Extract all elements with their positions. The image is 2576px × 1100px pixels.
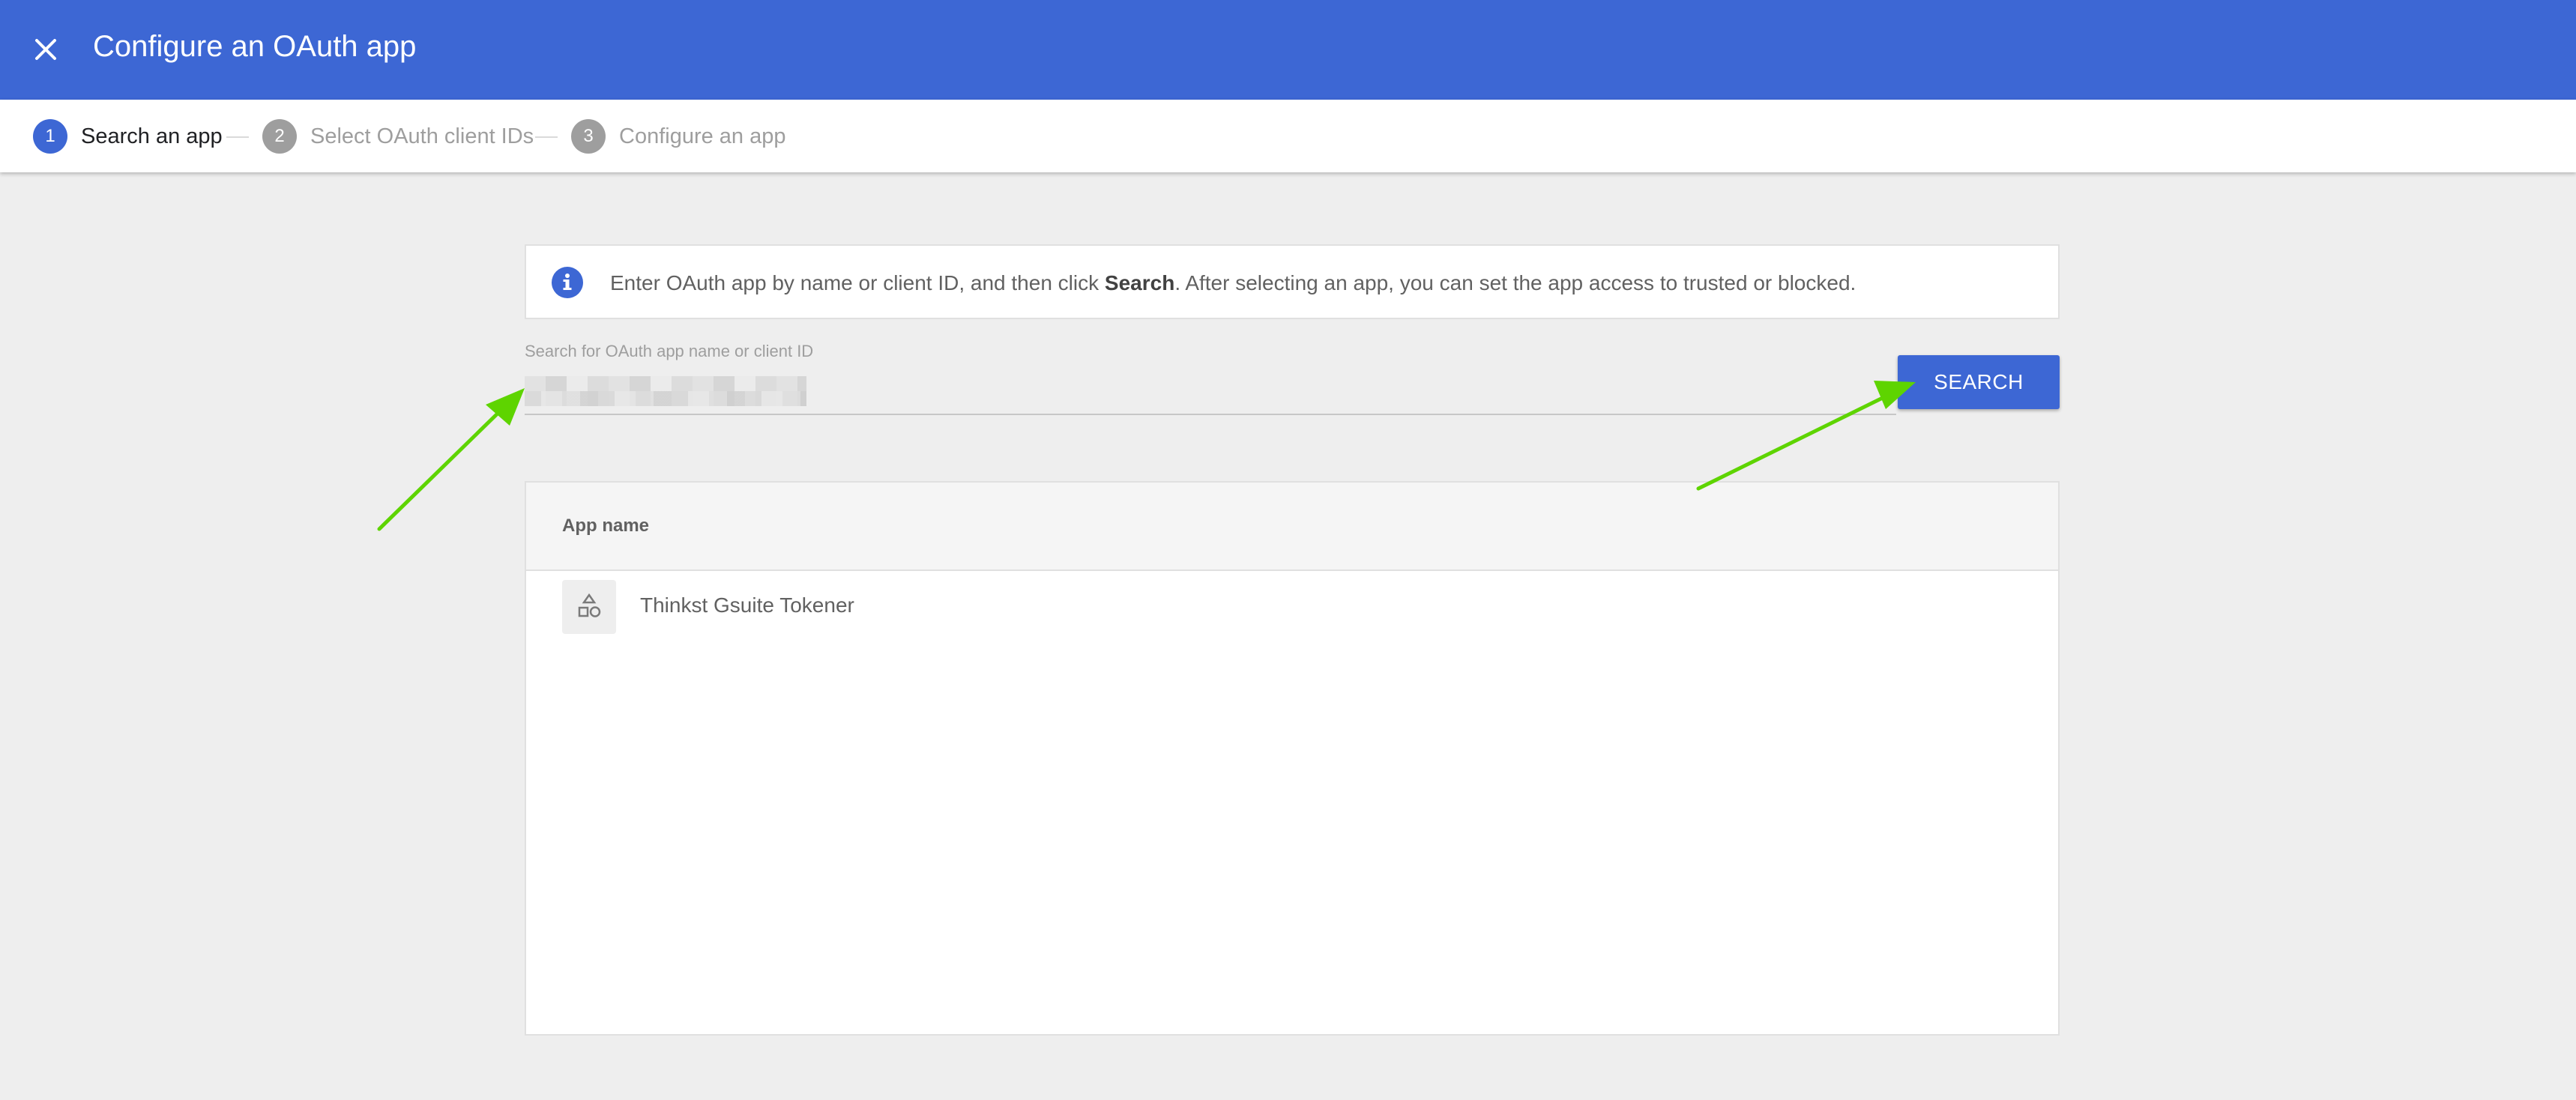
table-header: App name	[526, 483, 2058, 571]
page-title: Configure an OAuth app	[93, 30, 417, 63]
step-label: Select OAuth client IDs	[310, 124, 534, 148]
table-row[interactable]: Thinkst Gsuite Tokener	[526, 571, 2058, 643]
step-search-an-app[interactable]: 1 Search an app	[33, 118, 223, 154]
step-number: 2	[262, 119, 297, 154]
step-label: Search an app	[81, 124, 223, 148]
step-select-oauth-client-ids[interactable]: 2 Select OAuth client IDs	[262, 118, 534, 154]
info-banner: Enter OAuth app by name or client ID, an…	[525, 244, 2060, 319]
info-text-start: Enter OAuth app by name or client ID, an…	[610, 271, 1105, 294]
close-icon	[35, 39, 56, 60]
app-header: Configure an OAuth app	[0, 0, 2576, 100]
info-text: Enter OAuth app by name or client ID, an…	[610, 268, 1856, 298]
info-text-end: . After selecting an app, you can set th…	[1174, 271, 1856, 294]
info-text-bold: Search	[1104, 271, 1175, 294]
app-table: App name Thinkst Gsuite Tokener	[525, 481, 2060, 1036]
search-label: Search for OAuth app name or client ID	[525, 342, 814, 360]
info-icon	[552, 267, 583, 298]
step-configure-an-app[interactable]: 3 Configure an app	[571, 118, 786, 154]
search-button[interactable]: SEARCH	[1898, 355, 2060, 409]
app-icon	[562, 580, 616, 634]
step-number: 1	[33, 119, 67, 154]
shapes-icon	[578, 593, 601, 617]
column-header-app-name[interactable]: App name	[562, 516, 649, 537]
close-button[interactable]	[28, 32, 63, 67]
step-connector	[226, 136, 249, 138]
stepper: 1 Search an app 2 Select OAuth client ID…	[0, 100, 2576, 172]
step-connector	[535, 136, 558, 138]
arrow-to-search-input	[377, 388, 525, 531]
app-name: Thinkst Gsuite Tokener	[640, 593, 854, 617]
step-number: 3	[571, 119, 606, 154]
redacted-input-value	[525, 376, 806, 406]
step-label: Configure an app	[619, 124, 786, 148]
